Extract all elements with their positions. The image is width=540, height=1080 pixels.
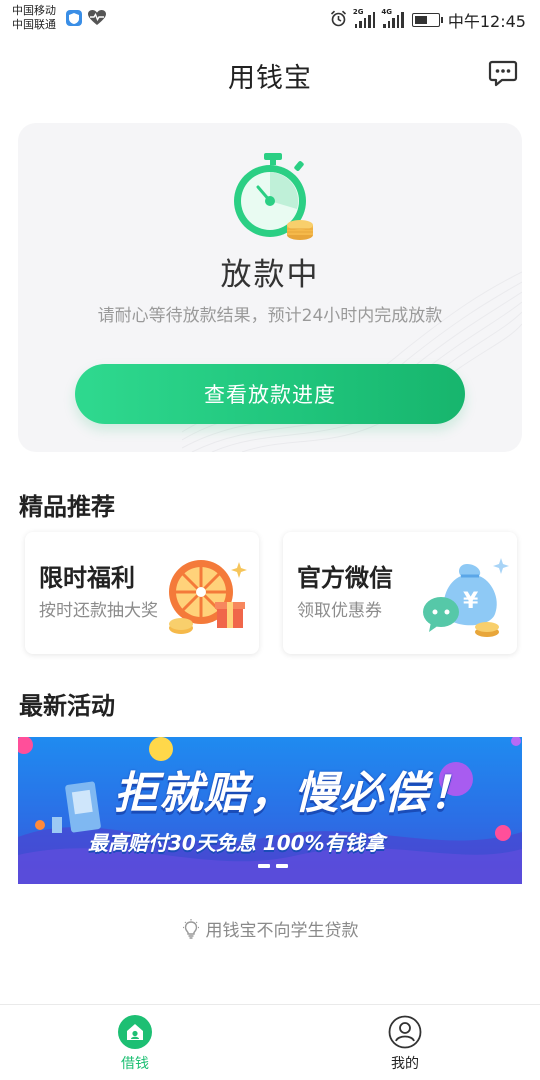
network-type-1: 2G [352,8,364,16]
status-bar: 中国移动 中国联通 2G 4G 中午12:45 [0,0,540,36]
tab-borrow-label: 借钱 [121,1056,149,1072]
user-icon [388,1015,422,1049]
page-title: 用钱宝 [228,63,312,94]
official-wechat-card[interactable]: ¥ 官方微信 领取优惠券 [283,532,517,654]
wechat-money-bag-icon: ¥ [423,558,509,637]
loan-status-card: 放款中 请耐心等待放款结果，预计24小时内完成放款 查看放款进度 [18,123,522,452]
loan-status-title: 放款中 [220,257,320,293]
app-header: 用钱宝 [0,36,540,112]
tab-mine[interactable]: 我的 [345,1015,465,1073]
rec-card-subtitle: 领取优惠券 [297,601,382,621]
house-icon [118,1015,152,1049]
activity-banner[interactable]: 拒就赔，慢必偿！ 最高赔付30天免息 100%有钱拿 [18,737,522,884]
banner-pager [258,864,288,868]
activity-section-title: 最新活动 [19,692,115,720]
tab-borrow[interactable]: 借钱 [75,1015,195,1073]
alarm-icon [330,10,347,31]
view-progress-button[interactable]: 查看放款进度 [75,364,465,424]
notice-text: 用钱宝不向学生贷款 [205,921,359,941]
status-time: 中午12:45 [447,12,526,31]
shield-app-icon [66,10,82,26]
rec-card-title: 限时福利 [39,564,135,592]
signal-2g-icon: 2G [353,8,376,28]
banner-subline: 最高赔付30天免息 100%有钱拿 [88,831,385,855]
stopwatch-icon [234,153,313,240]
status-app-icons [66,10,106,30]
rec-card-subtitle: 按时还款抽大奖 [39,601,158,621]
carrier-1: 中国移动 [12,4,56,17]
carrier-info: 中国移动 中国联通 [12,4,56,32]
svg-text:¥: ¥ [463,589,479,614]
limited-benefit-card[interactable]: 限时福利 按时还款抽大奖 [25,532,259,654]
rec-card-title: 官方微信 [297,564,393,592]
health-heart-icon [88,10,106,30]
message-button[interactable] [488,58,518,88]
network-type-2: 4G [381,8,392,16]
lightbulb-icon [182,918,199,939]
notice: 用钱宝不向学生贷款 [0,916,540,941]
bottom-tab-bar: 借钱 我的 [0,1004,540,1080]
recommend-section-title: 精品推荐 [19,493,115,521]
tab-mine-label: 我的 [391,1056,419,1072]
prize-wheel-icon [169,560,247,634]
status-indicators: 2G 4G 中午12:45 [330,8,526,32]
signal-4g-icon: 4G [381,8,404,28]
banner-headline: 拒就赔，慢必偿！ [114,768,474,819]
loan-status-description: 请耐心等待放款结果，预计24小时内完成放款 [97,306,443,326]
chat-bubble-icon [488,60,518,87]
battery-icon [411,13,443,27]
carrier-2: 中国联通 [12,18,56,31]
